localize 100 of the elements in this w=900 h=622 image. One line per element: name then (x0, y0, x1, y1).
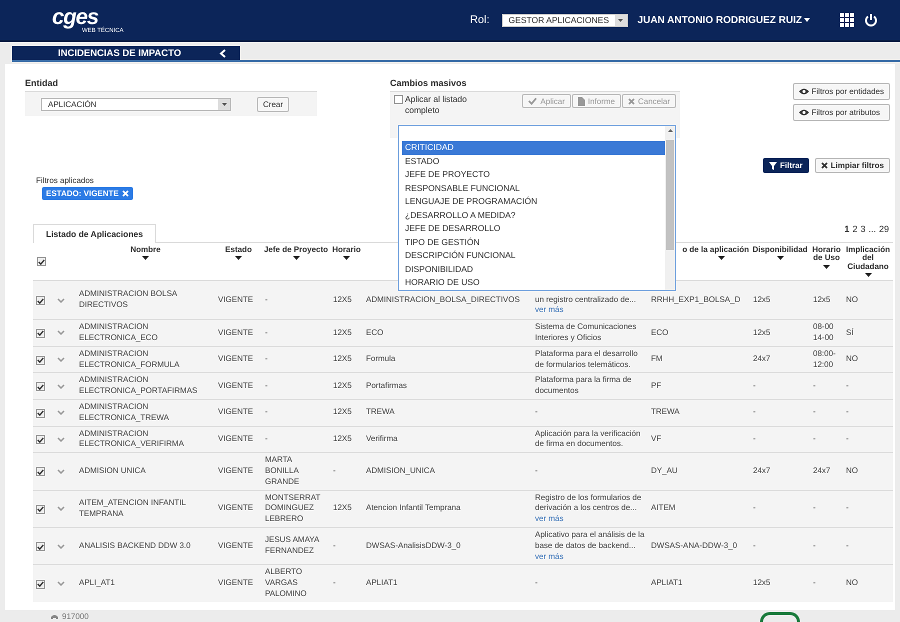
tab[interactable]: Listado de Aplicaciones (33, 224, 156, 243)
page-link[interactable]: 1 (844, 224, 850, 234)
list-option[interactable]: HORARIO DE USO (402, 276, 665, 290)
sort-icon[interactable] (142, 256, 149, 260)
page-link[interactable]: ... (868, 224, 876, 234)
sort-icon[interactable] (292, 256, 300, 260)
table-cell: - (265, 380, 268, 390)
expand-icon[interactable] (57, 506, 65, 512)
checkbox[interactable] (394, 95, 403, 104)
table-cell: Verifirma (366, 434, 398, 443)
table-cell: AITEM (651, 503, 676, 512)
expand-icon[interactable] (57, 468, 65, 474)
checkbox[interactable] (36, 504, 45, 514)
sort-icon[interactable] (718, 256, 725, 260)
table-cell: - (846, 434, 849, 443)
list-option[interactable]: ESTADO (402, 154, 665, 168)
logo: cges (52, 6, 98, 28)
list-option[interactable]: JEFE DE DESARROLLO (402, 222, 665, 236)
user-menu[interactable]: JUAN ANTONIO RODRIGUEZ RUIZ (638, 14, 802, 26)
table-cell: 12X5 (333, 503, 352, 512)
expand-icon[interactable] (57, 544, 65, 549)
checkbox[interactable] (36, 356, 45, 365)
expand-icon[interactable] (57, 410, 65, 416)
collapse-icon[interactable] (219, 48, 226, 58)
apps-grid-icon[interactable] (840, 13, 854, 27)
table-cell: VIGENTE (218, 354, 254, 364)
column-header[interactable]: Estado (225, 246, 252, 254)
list-option[interactable]: RESPONSABLE FUNCIONAL (402, 182, 665, 195)
column-header[interactable]: Implicación del Ciudadano (844, 246, 892, 272)
scroll-up-icon[interactable] (668, 129, 672, 132)
sort-icon[interactable] (823, 264, 830, 269)
list-option[interactable]: DESCRIPCIÓN FUNCIONAL (402, 249, 665, 262)
checkbox[interactable] (36, 467, 45, 476)
list-option[interactable]: TIPO DE GESTIÓN (402, 236, 665, 249)
column-header[interactable]: Horario de Uso (811, 246, 842, 263)
table-cell: Aplicación para la verificación de firma en documentos. (535, 428, 640, 448)
caret-icon[interactable] (804, 18, 810, 22)
list-option[interactable]: ¿DESARROLLO A MEDIDA? (402, 208, 665, 222)
page-link[interactable]: 2 (852, 224, 858, 234)
table-cell: DWSAS-ANA-DDW-3_0 (651, 540, 738, 550)
expand-icon[interactable] (57, 581, 65, 586)
column-header[interactable]: Disponibilidad (752, 246, 808, 254)
table-cell: - (813, 407, 816, 416)
list-option[interactable]: DISPONIBILIDAD (402, 262, 665, 276)
sort-icon[interactable] (235, 256, 242, 260)
see-more-link[interactable]: ver más (535, 305, 564, 314)
table-cell: VIGENTE (218, 434, 254, 443)
expand-icon[interactable] (57, 436, 65, 442)
column-header[interactable]: Horario (332, 246, 361, 254)
role-label: Rol: (470, 14, 490, 26)
table-cell: PF (651, 380, 662, 390)
power-icon[interactable] (864, 13, 878, 27)
table-cell: 12X5 (333, 407, 352, 416)
page-link[interactable]: 29 (878, 224, 889, 234)
column-header[interactable]: o de la aplicación (682, 246, 749, 254)
table-cell: - (535, 466, 538, 475)
filter-tag[interactable]: ESTADO: VIGENTE (42, 187, 133, 200)
create-button[interactable]: Crear (257, 96, 290, 112)
checkbox[interactable] (36, 580, 45, 588)
table-cell: - (846, 407, 849, 416)
checkbox[interactable] (37, 257, 46, 266)
see-more-link[interactable]: ver más (535, 552, 564, 561)
sort-icon[interactable] (776, 256, 784, 260)
role-select[interactable]: GESTOR APLICACIONES (502, 14, 628, 26)
scrollbar[interactable] (665, 126, 675, 290)
expand-icon[interactable] (57, 298, 65, 303)
column-header[interactable]: Jefe de Proyecto (264, 246, 328, 254)
see-more-link[interactable]: ver más (535, 514, 564, 524)
list-option[interactable]: JEFE DE PROYECTO (402, 168, 665, 182)
table-cell: Sistema de Comunicaciones Interiores y Oficios (535, 322, 636, 342)
filter-view-button[interactable]: Filtros por entidades (792, 83, 890, 100)
checkbox[interactable] (36, 408, 45, 418)
close-icon (122, 190, 129, 197)
checkbox[interactable] (36, 328, 45, 338)
filter-view-button[interactable]: Filtros por atributos (792, 104, 890, 121)
table-cell: Plataforma para la firma de documentos (535, 375, 632, 396)
table-cell: APLIAT1 (366, 578, 398, 588)
checkbox[interactable] (36, 435, 45, 444)
entity-select[interactable]: APLICACIÓN (41, 98, 231, 110)
clear-filters-button[interactable]: Limpiar filtros (814, 158, 890, 173)
checkbox[interactable] (36, 296, 45, 306)
checkbox[interactable] (36, 382, 45, 392)
table-cell: ADMINISTRACION BOLSA DIRECTIVOS (79, 289, 177, 310)
table-cell: 24x7 (753, 466, 770, 475)
column-header[interactable]: Nombre (130, 246, 161, 254)
list-option[interactable]: LENGUAJE DE PROGRAMACIÓN (402, 195, 665, 208)
filter-button[interactable]: Filtrar (762, 158, 809, 173)
checkbox[interactable] (36, 542, 45, 552)
table-cell: - (813, 380, 816, 390)
phone-number: 917000 (62, 612, 89, 622)
expand-icon[interactable] (57, 330, 65, 336)
table-cell: - (265, 354, 268, 364)
expand-icon[interactable] (57, 384, 65, 389)
expand-icon[interactable] (57, 357, 65, 362)
list-option[interactable]: CRITICIDAD (402, 141, 665, 154)
table-cell: - (753, 503, 756, 512)
close-icon (820, 162, 828, 169)
sort-icon[interactable] (864, 273, 872, 278)
page-link[interactable]: 3 (860, 224, 866, 234)
sort-icon[interactable] (343, 256, 350, 260)
